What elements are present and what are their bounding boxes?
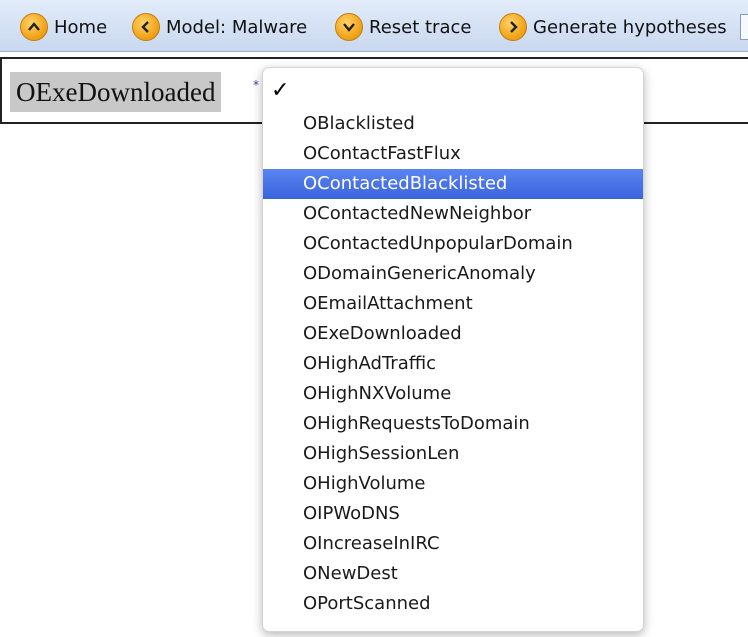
dropdown-option[interactable]: OIPWoDNS (263, 499, 643, 529)
dropdown-option[interactable]: OHighNXVolume (263, 379, 643, 409)
dropdown-option[interactable]: OHighVolume (263, 469, 643, 499)
toolbar-overflow-button[interactable] (740, 14, 748, 40)
model-button[interactable]: Model: Malware (132, 10, 307, 44)
checkmark-icon: ✓ (271, 78, 290, 103)
toolbar: Home Model: Malware Reset trace Generate… (0, 0, 748, 52)
required-marker: * (253, 78, 259, 92)
dropdown-option[interactable]: OPortScanned (263, 589, 643, 619)
dropdown-option[interactable]: OContactedNewNeighbor (263, 199, 643, 229)
generate-hypotheses-button-label: Generate hypotheses (533, 16, 727, 38)
observation-select[interactable]: OExeDownloaded (10, 72, 222, 112)
dropdown-option-highlighted[interactable]: OContactedBlacklisted (263, 169, 643, 199)
reset-trace-button-label: Reset trace (369, 16, 472, 38)
dropdown-option[interactable]: OContactedUnpopularDomain (263, 229, 643, 259)
dropdown-option[interactable]: ODomainGenericAnomaly (263, 259, 643, 289)
chevron-down-icon (335, 13, 363, 41)
reset-trace-button[interactable]: Reset trace (335, 10, 471, 44)
chevron-left-icon (132, 13, 160, 41)
home-button[interactable]: Home (20, 10, 107, 44)
dropdown-option[interactable]: OExeDownloaded (263, 319, 643, 349)
dropdown-option[interactable]: OIncreaseInIRC (263, 529, 643, 559)
dropdown-option[interactable]: OContactFastFlux (263, 139, 643, 169)
dropdown-option[interactable]: OHighRequestsToDomain (263, 409, 643, 439)
dropdown-option[interactable]: OHighAdTraffic (263, 349, 643, 379)
generate-hypotheses-button[interactable]: Generate hypotheses (499, 10, 727, 44)
model-button-label: Model: Malware (166, 16, 308, 38)
home-button-label: Home (54, 16, 108, 38)
observation-dropdown-menu: ✓ OBlacklisted OContactFastFlux OContact… (262, 67, 644, 632)
chevron-right-icon (499, 13, 527, 41)
dropdown-option[interactable]: OBlacklisted (263, 109, 643, 139)
dropdown-option[interactable]: OEmailAttachment (263, 289, 643, 319)
chevron-up-icon (20, 13, 48, 41)
dropdown-option[interactable]: OHighSessionLen (263, 439, 643, 469)
dropdown-option[interactable]: ONewDest (263, 559, 643, 589)
